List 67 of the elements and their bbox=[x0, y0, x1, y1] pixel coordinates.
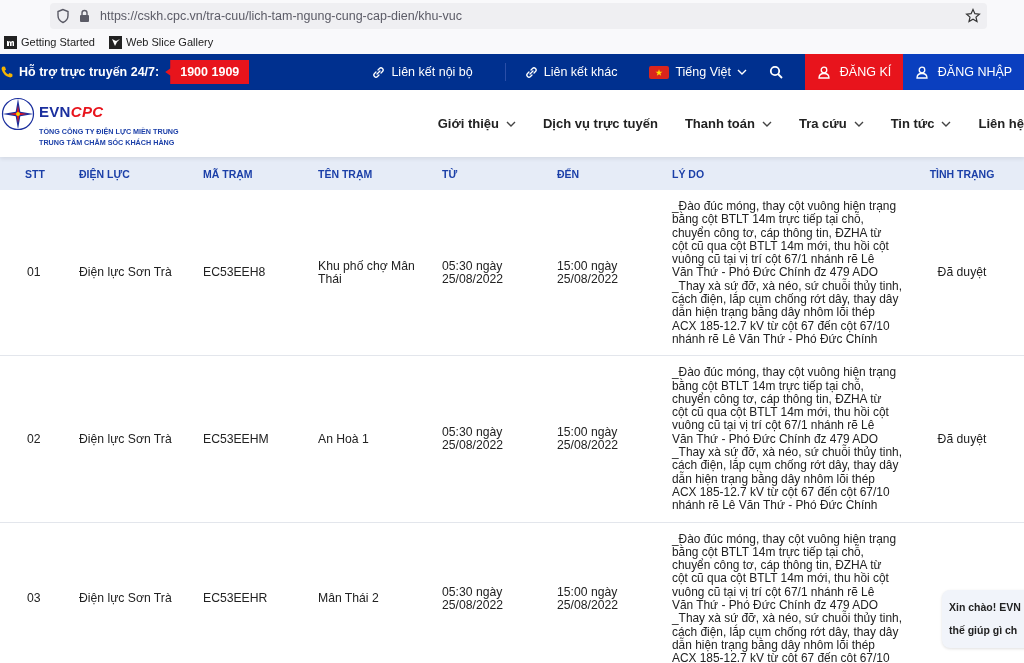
logo-wordmark: EVNCPC bbox=[39, 103, 105, 120]
table-cell-text: 05:30 ngày 25/08/2022 bbox=[442, 426, 504, 453]
table-cell-text: Điện lực Sơn Trà bbox=[79, 266, 173, 280]
table-cell-text: 15:00 ngày 25/08/2022 bbox=[557, 585, 619, 613]
table-cell-text: Mân Thái 2 bbox=[318, 592, 380, 606]
slice-icon bbox=[109, 35, 122, 49]
column-header: STT bbox=[24, 167, 46, 180]
table-cell: Đã duyệt bbox=[937, 432, 987, 447]
table-cell-text: EC53EEHM bbox=[203, 432, 270, 447]
table-cell: _Đào đúc móng, thay cột vuông hiện trạng bằng cột BTLT 14m trực tiếp tại chỗ, chuyển công tơ, cáp thông tin, ĐZHA từ cột cũ qua cột BTLT 14m mới, thu hồi cột vuông cũ tại vị trí cột 67/1 nhánh rẽ Lê Văn Thứ - Phó Đức Chính đz 479 ADO _Thay xà sứ đỡ, xà néo, sứ chuỗi thủy tinh, cách điện, lắp cụm chống rớt dây, thay dây dẫn hiện trạng bằng dây nhôm lõi thép ACX 185-12.7 kV từ cột 67 đến cột 67/10 nhánh rẽ Lê Văn Thứ - Phó Đức Chính bbox=[672, 366, 900, 513]
language-selector[interactable]: Tiếng Việt bbox=[649, 54, 747, 90]
column-header: TỪ bbox=[442, 167, 459, 180]
chat-message: Xin chào! EVN thế giúp gì ch bbox=[949, 600, 1022, 638]
nav-item[interactable]: Tra cứu bbox=[798, 116, 864, 131]
table-cell-text: 02 bbox=[26, 432, 42, 447]
table-cell-text: An Hoà 1 bbox=[318, 432, 370, 447]
address-bar[interactable]: https://cskh.cpc.vn/tra-cuu/lich-tam-ngung-cung-cap-dien/khu-vuc bbox=[50, 3, 987, 29]
nav-item[interactable]: Thanh toán bbox=[684, 116, 772, 131]
register-button[interactable]: ĐĂNG KÍ bbox=[805, 54, 903, 90]
chevron-icon bbox=[506, 120, 516, 127]
link-icon bbox=[371, 65, 386, 79]
nav-item[interactable]: Giới thiệu bbox=[437, 116, 516, 131]
phone-icon bbox=[0, 65, 14, 79]
star-icon[interactable] bbox=[965, 8, 981, 24]
link-icon bbox=[523, 65, 538, 79]
table-cell-text: 05:30 ngày 25/08/2022 bbox=[442, 585, 504, 613]
table-cell-text: 01 bbox=[26, 266, 42, 280]
link[interactable]: Liên kết khác bbox=[523, 54, 618, 90]
table-cell-text: 03 bbox=[26, 592, 42, 606]
link[interactable]: Liên kết nội bộ bbox=[371, 54, 473, 90]
table-cell: _Đào đúc móng, thay cột vuông hiện trạng bằng cột BTLT 14m trực tiếp tại chỗ, chuyển công tơ, cáp thông tin, ĐZHA từ cột cũ qua cột BTLT 14m mới, thu hồi cột vuông cũ tại vị trí cột 67/1 nhánh rẽ Lê Văn Thứ - Phó Đức Chính đz 479 ADO _Thay xà sứ đỡ, xà néo, sứ chuỗi thủy tinh, cách điện, lắp cụm chống rớt dây, thay dây dẫn hiện trạng bằng dây nhôm lõi thép ACX 185-12.7 kV từ cột 67 đến cột 67/10 nhánh rẽ Lê Văn Thứ - Phó Đức Chính bbox=[672, 200, 900, 347]
table-cell-text: Khu phố chợ Mân Thái bbox=[318, 259, 416, 287]
table-cell-text: Điện lực Sơn Trà bbox=[79, 592, 173, 606]
table-cell-text: Điện lực Sơn Trà bbox=[79, 432, 173, 447]
column-header: ĐẾN bbox=[557, 167, 581, 180]
lock-icon bbox=[78, 8, 92, 24]
table-cell-text: 05:30 ngày 25/08/2022 bbox=[442, 259, 504, 287]
column-header: LÝ DO bbox=[672, 167, 706, 180]
bookmark[interactable]: Web Slice Gallery bbox=[109, 35, 214, 49]
table-cell: _Đào đúc móng, thay cột vuông hiện trạng bằng cột BTLT 14m trực tiếp tại chỗ, chuyển công tơ, cáp thông tin, ĐZHA từ cột cũ qua cột BTLT 14m mới, thu hồi cột vuông cũ tại vị trí cột 67/1 nhánh rẽ Lê Văn Thứ - Phó Đức Chính đz 479 ADO _Thay xà sứ đỡ, xà néo, sứ chuỗi thủy tinh, cách điện, lắp cụm chống rớt dây, thay dây dẫn hiện trạng bằng dây nhôm lõi thép ACX 185-12.7 kV từ cột 67 đến cột 67/10 bbox=[672, 532, 900, 663]
letter-m-icon bbox=[4, 35, 17, 49]
user-icon bbox=[914, 65, 929, 79]
shield-icon bbox=[56, 8, 70, 24]
table-cell-text: 15:00 ngày 25/08/2022 bbox=[557, 259, 619, 287]
nav-item[interactable]: Dịch vụ trực tuyến bbox=[543, 116, 658, 131]
chevron-icon bbox=[761, 120, 772, 127]
chevron-icon bbox=[737, 69, 747, 75]
column-header: TÌNH TRẠNG bbox=[928, 167, 996, 180]
chevron-icon bbox=[941, 120, 952, 127]
chevron-icon bbox=[853, 120, 864, 127]
table-cell: Đã duyệt bbox=[937, 266, 987, 280]
login-button[interactable]: ĐĂNG NHẬP bbox=[903, 54, 1024, 90]
flag-icon bbox=[649, 65, 670, 79]
column-header: TÊN TRẠM bbox=[318, 167, 374, 180]
bookmark[interactable]: Getting Started bbox=[4, 35, 95, 49]
nav-item[interactable]: Liên hệ bbox=[978, 116, 1024, 131]
user-icon bbox=[816, 65, 831, 79]
table-cell-text: EC53EEHR bbox=[203, 592, 269, 606]
url-text: https://cskh.cpc.vn/tra-cuu/lich-tam-ngung-cung-cap-dien/khu-vuc bbox=[100, 9, 463, 23]
hotline-label: Hỗ trợ trực truyến 24/7: bbox=[19, 65, 160, 79]
column-header: ĐIỆN LỰC bbox=[79, 167, 131, 180]
table-cell-text: EC53EEH8 bbox=[203, 266, 267, 280]
table-cell-text: 15:00 ngày 25/08/2022 bbox=[557, 426, 619, 453]
nav-item[interactable]: Tin tức bbox=[890, 116, 952, 131]
column-header: MÃ TRẠM bbox=[203, 167, 254, 180]
hotline-number[interactable]: 1900 1909 bbox=[165, 60, 250, 84]
search-icon[interactable] bbox=[769, 65, 783, 79]
